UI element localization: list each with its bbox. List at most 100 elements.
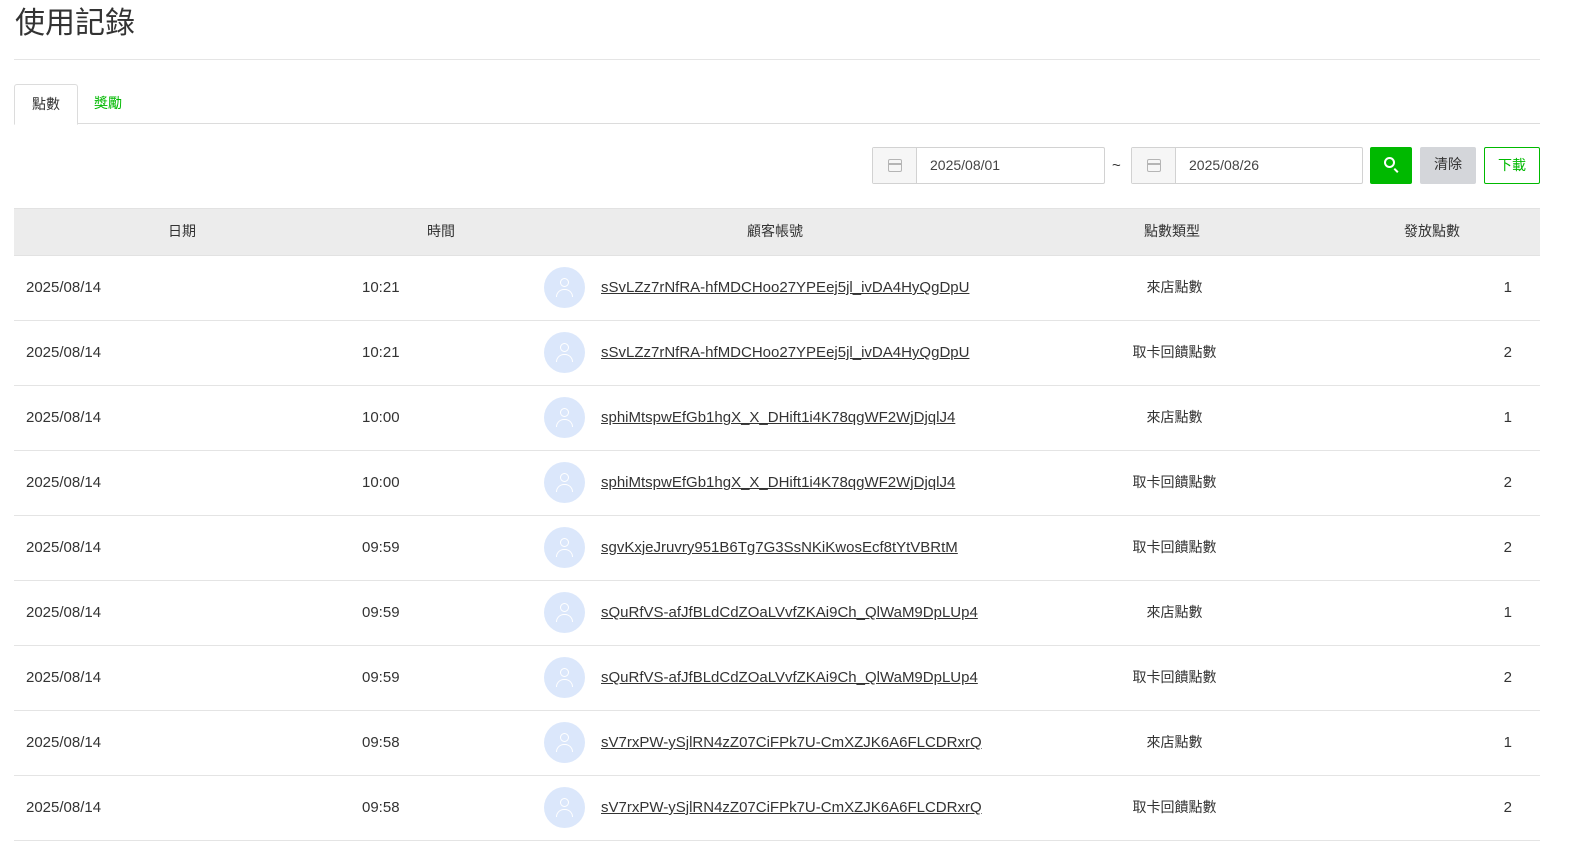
date-filter-bar: 2025/08/01 ~ 2025/08/26 清除 下載 bbox=[872, 147, 1540, 184]
row-points: 1 bbox=[1503, 409, 1512, 426]
start-date-field[interactable]: 2025/08/01 bbox=[872, 147, 1105, 184]
row-date: 2025/08/14 bbox=[26, 409, 102, 426]
row-time: 09:58 bbox=[362, 734, 400, 751]
table-row: 2025/08/14 09:59 sQuRfVS-afJfBLdCdZOaLVvfZ… bbox=[14, 581, 1540, 646]
clear-button[interactable]: 清除 bbox=[1420, 147, 1476, 184]
avatar-body bbox=[556, 614, 573, 622]
table-row: 2025/08/14 09:59 sQuRfVS-afJfBLdCdZOaLVvfZ… bbox=[14, 646, 1540, 711]
row-points: 1 bbox=[1503, 734, 1512, 751]
customer-account-link[interactable]: sgvKxjeJruvry951B6Tg7G3SsNKiKwosEcf8tYtV… bbox=[601, 516, 958, 580]
table-header: 日期 時間 顧客帳號 點數類型 發放點數 bbox=[14, 208, 1540, 256]
avatar-body bbox=[556, 419, 573, 427]
row-points: 2 bbox=[1503, 344, 1512, 361]
customer-account-link[interactable]: sphiMtspwEfGb1hgX_X_DHift1i4K78qgWF2WjDj… bbox=[601, 451, 955, 515]
row-date: 2025/08/14 bbox=[26, 604, 102, 621]
customer-account-link[interactable]: sSvLZz7rNfRA-hfMDCHoo27YPEej5jl_ivDA4HyQ… bbox=[601, 321, 969, 385]
row-point-type: 來店點數 bbox=[1146, 410, 1203, 426]
end-calendar-icon-cell[interactable] bbox=[1132, 148, 1176, 183]
page-title: 使用記錄 bbox=[15, 6, 135, 41]
avatar-body bbox=[556, 679, 573, 687]
end-date-field[interactable]: 2025/08/26 bbox=[1131, 147, 1363, 184]
calendar-icon bbox=[887, 159, 902, 172]
avatar-body bbox=[556, 354, 573, 362]
row-point-type: 取卡回饋點數 bbox=[1132, 345, 1217, 361]
row-point-type: 來店點數 bbox=[1146, 280, 1203, 296]
row-time: 09:58 bbox=[362, 799, 400, 816]
row-time: 09:59 bbox=[362, 604, 400, 621]
row-date: 2025/08/14 bbox=[26, 474, 102, 491]
row-date: 2025/08/14 bbox=[26, 539, 102, 556]
customer-account-link[interactable]: sphiMtspwEfGb1hgX_X_DHift1i4K78qgWF2WjDj… bbox=[601, 386, 955, 450]
row-points: 2 bbox=[1503, 799, 1512, 816]
row-date: 2025/08/14 bbox=[26, 344, 102, 361]
avatar-head bbox=[560, 668, 569, 677]
avatar-body bbox=[556, 809, 573, 817]
customer-account-link[interactable]: sSvLZz7rNfRA-hfMDCHoo27YPEej5jl_ivDA4HyQ… bbox=[601, 256, 969, 320]
end-date-value[interactable]: 2025/08/26 bbox=[1189, 148, 1259, 183]
header-date: 日期 bbox=[168, 224, 196, 240]
row-points: 2 bbox=[1503, 474, 1512, 491]
row-date: 2025/08/14 bbox=[26, 734, 102, 751]
search-icon bbox=[1384, 157, 1395, 168]
avatar-icon bbox=[544, 592, 585, 633]
download-button[interactable]: 下載 bbox=[1484, 147, 1540, 184]
avatar-body bbox=[556, 289, 573, 297]
title-divider bbox=[14, 59, 1540, 60]
row-time: 10:00 bbox=[362, 409, 400, 426]
avatar-icon bbox=[544, 527, 585, 568]
avatar-head bbox=[560, 343, 569, 352]
row-points: 2 bbox=[1503, 669, 1512, 686]
start-date-value[interactable]: 2025/08/01 bbox=[930, 148, 1000, 183]
row-point-type: 來店點數 bbox=[1146, 605, 1203, 621]
date-range-separator: ~ bbox=[1112, 157, 1121, 174]
table-body: 2025/08/14 10:21 sSvLZz7rNfRA-hfMDCHoo27YP… bbox=[14, 256, 1540, 841]
header-time: 時間 bbox=[427, 224, 455, 240]
usage-records-page: 使用記錄 點數 獎勵 2025/08/01 ~ 2025/08/26 清除 下載… bbox=[0, 0, 1571, 842]
avatar-icon bbox=[544, 462, 585, 503]
customer-account-link[interactable]: sQuRfVS-afJfBLdCdZOaLVvfZKAi9Ch_QlWaM9Dp… bbox=[601, 646, 978, 710]
table-row: 2025/08/14 09:59 sgvKxjeJruvry951B6Tg7G3Ss… bbox=[14, 516, 1540, 581]
calendar-icon bbox=[1146, 159, 1161, 172]
avatar-body bbox=[556, 484, 573, 492]
avatar-head bbox=[560, 473, 569, 482]
start-calendar-icon-cell[interactable] bbox=[873, 148, 917, 183]
row-point-type: 取卡回饋點數 bbox=[1132, 540, 1217, 556]
row-time: 10:00 bbox=[362, 474, 400, 491]
row-date: 2025/08/14 bbox=[26, 669, 102, 686]
avatar-head bbox=[560, 408, 569, 417]
avatar-icon bbox=[544, 397, 585, 438]
table-row: 2025/08/14 10:21 sSvLZz7rNfRA-hfMDCHoo27YP… bbox=[14, 256, 1540, 321]
row-time: 10:21 bbox=[362, 279, 400, 296]
avatar-icon bbox=[544, 267, 585, 308]
records-table: 日期 時間 顧客帳號 點數類型 發放點數 2025/08/14 10:21 sSvL… bbox=[14, 208, 1540, 841]
table-row: 2025/08/14 09:58 sV7rxPW-ySjlRN4zZ07CiFPk7… bbox=[14, 776, 1540, 841]
avatar-icon bbox=[544, 722, 585, 763]
row-point-type: 取卡回饋點數 bbox=[1132, 670, 1217, 686]
row-point-type: 取卡回饋點數 bbox=[1132, 800, 1217, 816]
avatar-icon bbox=[544, 657, 585, 698]
avatar-icon bbox=[544, 332, 585, 373]
customer-account-link[interactable]: sQuRfVS-afJfBLdCdZOaLVvfZKAi9Ch_QlWaM9Dp… bbox=[601, 581, 978, 645]
avatar-head bbox=[560, 798, 569, 807]
tab-rewards[interactable]: 獎勵 bbox=[78, 84, 138, 124]
customer-account-link[interactable]: sV7rxPW-ySjlRN4zZ07CiFPk7U-CmXZJK6A6FLCD… bbox=[601, 776, 982, 840]
customer-account-link[interactable]: sV7rxPW-ySjlRN4zZ07CiFPk7U-CmXZJK6A6FLCD… bbox=[601, 711, 982, 775]
avatar-body bbox=[556, 744, 573, 752]
avatar-head bbox=[560, 538, 569, 547]
avatar-icon bbox=[544, 787, 585, 828]
row-date: 2025/08/14 bbox=[26, 799, 102, 816]
table-row: 2025/08/14 09:58 sV7rxPW-ySjlRN4zZ07CiFPk7… bbox=[14, 711, 1540, 776]
row-time: 10:21 bbox=[362, 344, 400, 361]
avatar-body bbox=[556, 549, 573, 557]
header-points-issued: 發放點數 bbox=[1404, 224, 1460, 240]
row-points: 1 bbox=[1503, 279, 1512, 296]
row-time: 09:59 bbox=[362, 539, 400, 556]
avatar-head bbox=[560, 278, 569, 287]
table-row: 2025/08/14 10:00 sphiMtspwEfGb1hgX_X_DHift… bbox=[14, 386, 1540, 451]
row-time: 09:59 bbox=[362, 669, 400, 686]
row-point-type: 來店點數 bbox=[1146, 735, 1203, 751]
table-row: 2025/08/14 10:00 sphiMtspwEfGb1hgX_X_DHift… bbox=[14, 451, 1540, 516]
tab-points[interactable]: 點數 bbox=[14, 84, 78, 125]
row-point-type: 取卡回饋點數 bbox=[1132, 475, 1217, 491]
search-button[interactable] bbox=[1370, 147, 1412, 184]
